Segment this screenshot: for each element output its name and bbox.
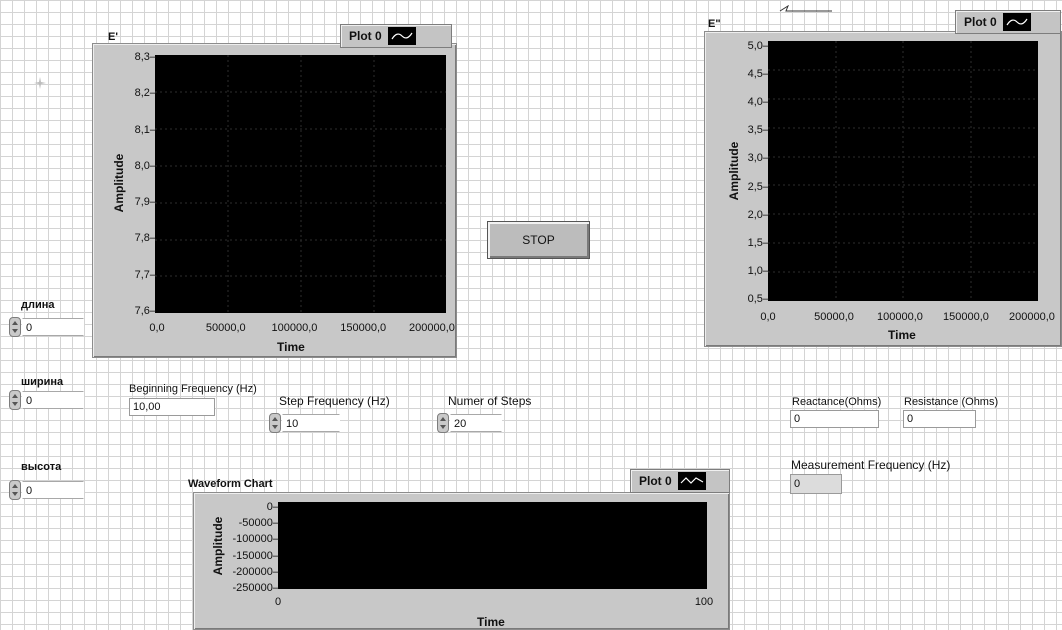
graph-e2-title: E": [708, 18, 721, 30]
x-tick-label: 0: [274, 596, 282, 608]
y-tick-label: 3,5–: [747, 124, 769, 137]
length-input[interactable]: 0: [22, 318, 84, 336]
num-steps-stepper[interactable]: 20: [437, 413, 502, 433]
waveform-legend[interactable]: Plot 0: [630, 469, 730, 493]
height-input[interactable]: 0: [22, 481, 84, 499]
num-steps-input[interactable]: 20: [450, 414, 502, 432]
resistance-label: Resistance (Ohms): [904, 396, 999, 408]
meas-freq-indicator: 0: [790, 474, 842, 494]
y-tick-label: 8,3–: [134, 51, 156, 63]
stop-button[interactable]: STOP: [487, 221, 590, 259]
stepper-arrows-icon[interactable]: [9, 317, 21, 337]
graph-e1-title: E': [108, 31, 118, 43]
x-tick-label: 100000,0: [877, 311, 923, 323]
reactance-indicator: 0: [790, 410, 879, 428]
y-tick-label: 7,8–: [134, 232, 156, 245]
graph-e1-plot-area: [155, 55, 446, 313]
y-tick-label: 7,6–: [134, 305, 156, 317]
y-tick-label: 1,0–: [747, 264, 769, 277]
width-input[interactable]: 0: [22, 391, 84, 409]
x-tick-label: 50000,0: [205, 322, 246, 334]
graph-e2-ylabel: Amplitude: [727, 141, 741, 201]
y-tick-label: -200000–: [232, 565, 280, 578]
y-tick-label: 7,7–: [134, 268, 156, 281]
y-tick-label: 7,9–: [134, 196, 156, 209]
meas-freq-label: Measurement Frequency (Hz): [791, 458, 951, 472]
plot-line-swatch-icon: [1002, 13, 1031, 31]
graph-e2-plot-area: [768, 41, 1038, 301]
y-tick-label: 8,1–: [134, 123, 156, 136]
x-tick-label: 150000,0: [943, 311, 989, 323]
x-tick-label: 100: [694, 596, 714, 608]
y-tick-label: 8,0–: [134, 159, 156, 172]
x-tick-label: 200000,0: [409, 322, 455, 334]
waveform-xlabel: Time: [477, 615, 505, 629]
width-label: ширина: [21, 376, 64, 388]
graph-e1-ylabel: Amplitude: [112, 153, 126, 213]
waveform-plot-area: [278, 502, 707, 589]
x-tick-label: 50000,0: [814, 311, 854, 323]
waveform-title: Waveform Chart: [188, 478, 273, 490]
y-tick-label: 4,0–: [747, 96, 769, 109]
plot-line-swatch-icon: [387, 27, 416, 45]
x-tick-label: 150000,0: [340, 322, 387, 334]
height-label: высота: [21, 461, 62, 473]
y-tick-label: 5,0–: [747, 40, 769, 52]
y-tick-label: 2,0–: [747, 208, 769, 221]
y-tick-label: -250000–: [232, 582, 280, 594]
stepper-arrows-icon[interactable]: [437, 413, 449, 433]
begin-freq-label: Beginning Frequency (Hz): [129, 383, 257, 395]
y-tick-label: 0–: [266, 501, 279, 513]
graph-e1-legend[interactable]: Plot 0: [340, 24, 452, 48]
width-stepper[interactable]: 0: [9, 390, 84, 410]
wire-icon: [778, 0, 834, 12]
step-freq-stepper[interactable]: 10: [269, 413, 340, 433]
x-tick-label: 200000,0: [1009, 311, 1055, 323]
y-tick-label: -150000–: [232, 549, 280, 562]
y-tick-label: 4,5–: [747, 68, 769, 81]
graph-e2-legend[interactable]: Plot 0: [955, 10, 1061, 34]
stepper-arrows-icon[interactable]: [269, 413, 281, 433]
x-tick-label: 100000,0: [271, 322, 318, 334]
y-tick-label: -100000–: [232, 533, 280, 546]
x-tick-label: 0,0: [760, 311, 776, 323]
step-freq-label: Step Frequency (Hz): [279, 394, 390, 408]
begin-freq-input[interactable]: 10,00: [129, 398, 215, 416]
graph-e1-xlabel: Time: [277, 340, 305, 354]
resistance-indicator: 0: [903, 410, 976, 428]
y-tick-label: -50000–: [238, 517, 279, 530]
x-tick-label: 0,0: [149, 322, 165, 334]
y-tick-label: 0,5–: [747, 293, 769, 305]
length-label: длина: [21, 299, 55, 311]
y-tick-label: 8,2–: [134, 87, 156, 100]
stepper-arrows-icon[interactable]: [9, 390, 21, 410]
y-tick-label: 1,5–: [747, 236, 769, 249]
graph-e2-xlabel: Time: [888, 328, 916, 342]
crosshair-icon: [34, 76, 46, 89]
height-stepper[interactable]: 0: [9, 480, 84, 500]
step-freq-input[interactable]: 10: [282, 414, 340, 432]
reactance-label: Reactance(Ohms): [792, 396, 882, 408]
plot-line-swatch-icon: [677, 472, 706, 490]
num-steps-label: Numer of Steps: [448, 394, 532, 408]
stepper-arrows-icon[interactable]: [9, 480, 21, 500]
waveform-ylabel: Amplitude: [211, 516, 225, 576]
length-stepper[interactable]: 0: [9, 317, 84, 337]
